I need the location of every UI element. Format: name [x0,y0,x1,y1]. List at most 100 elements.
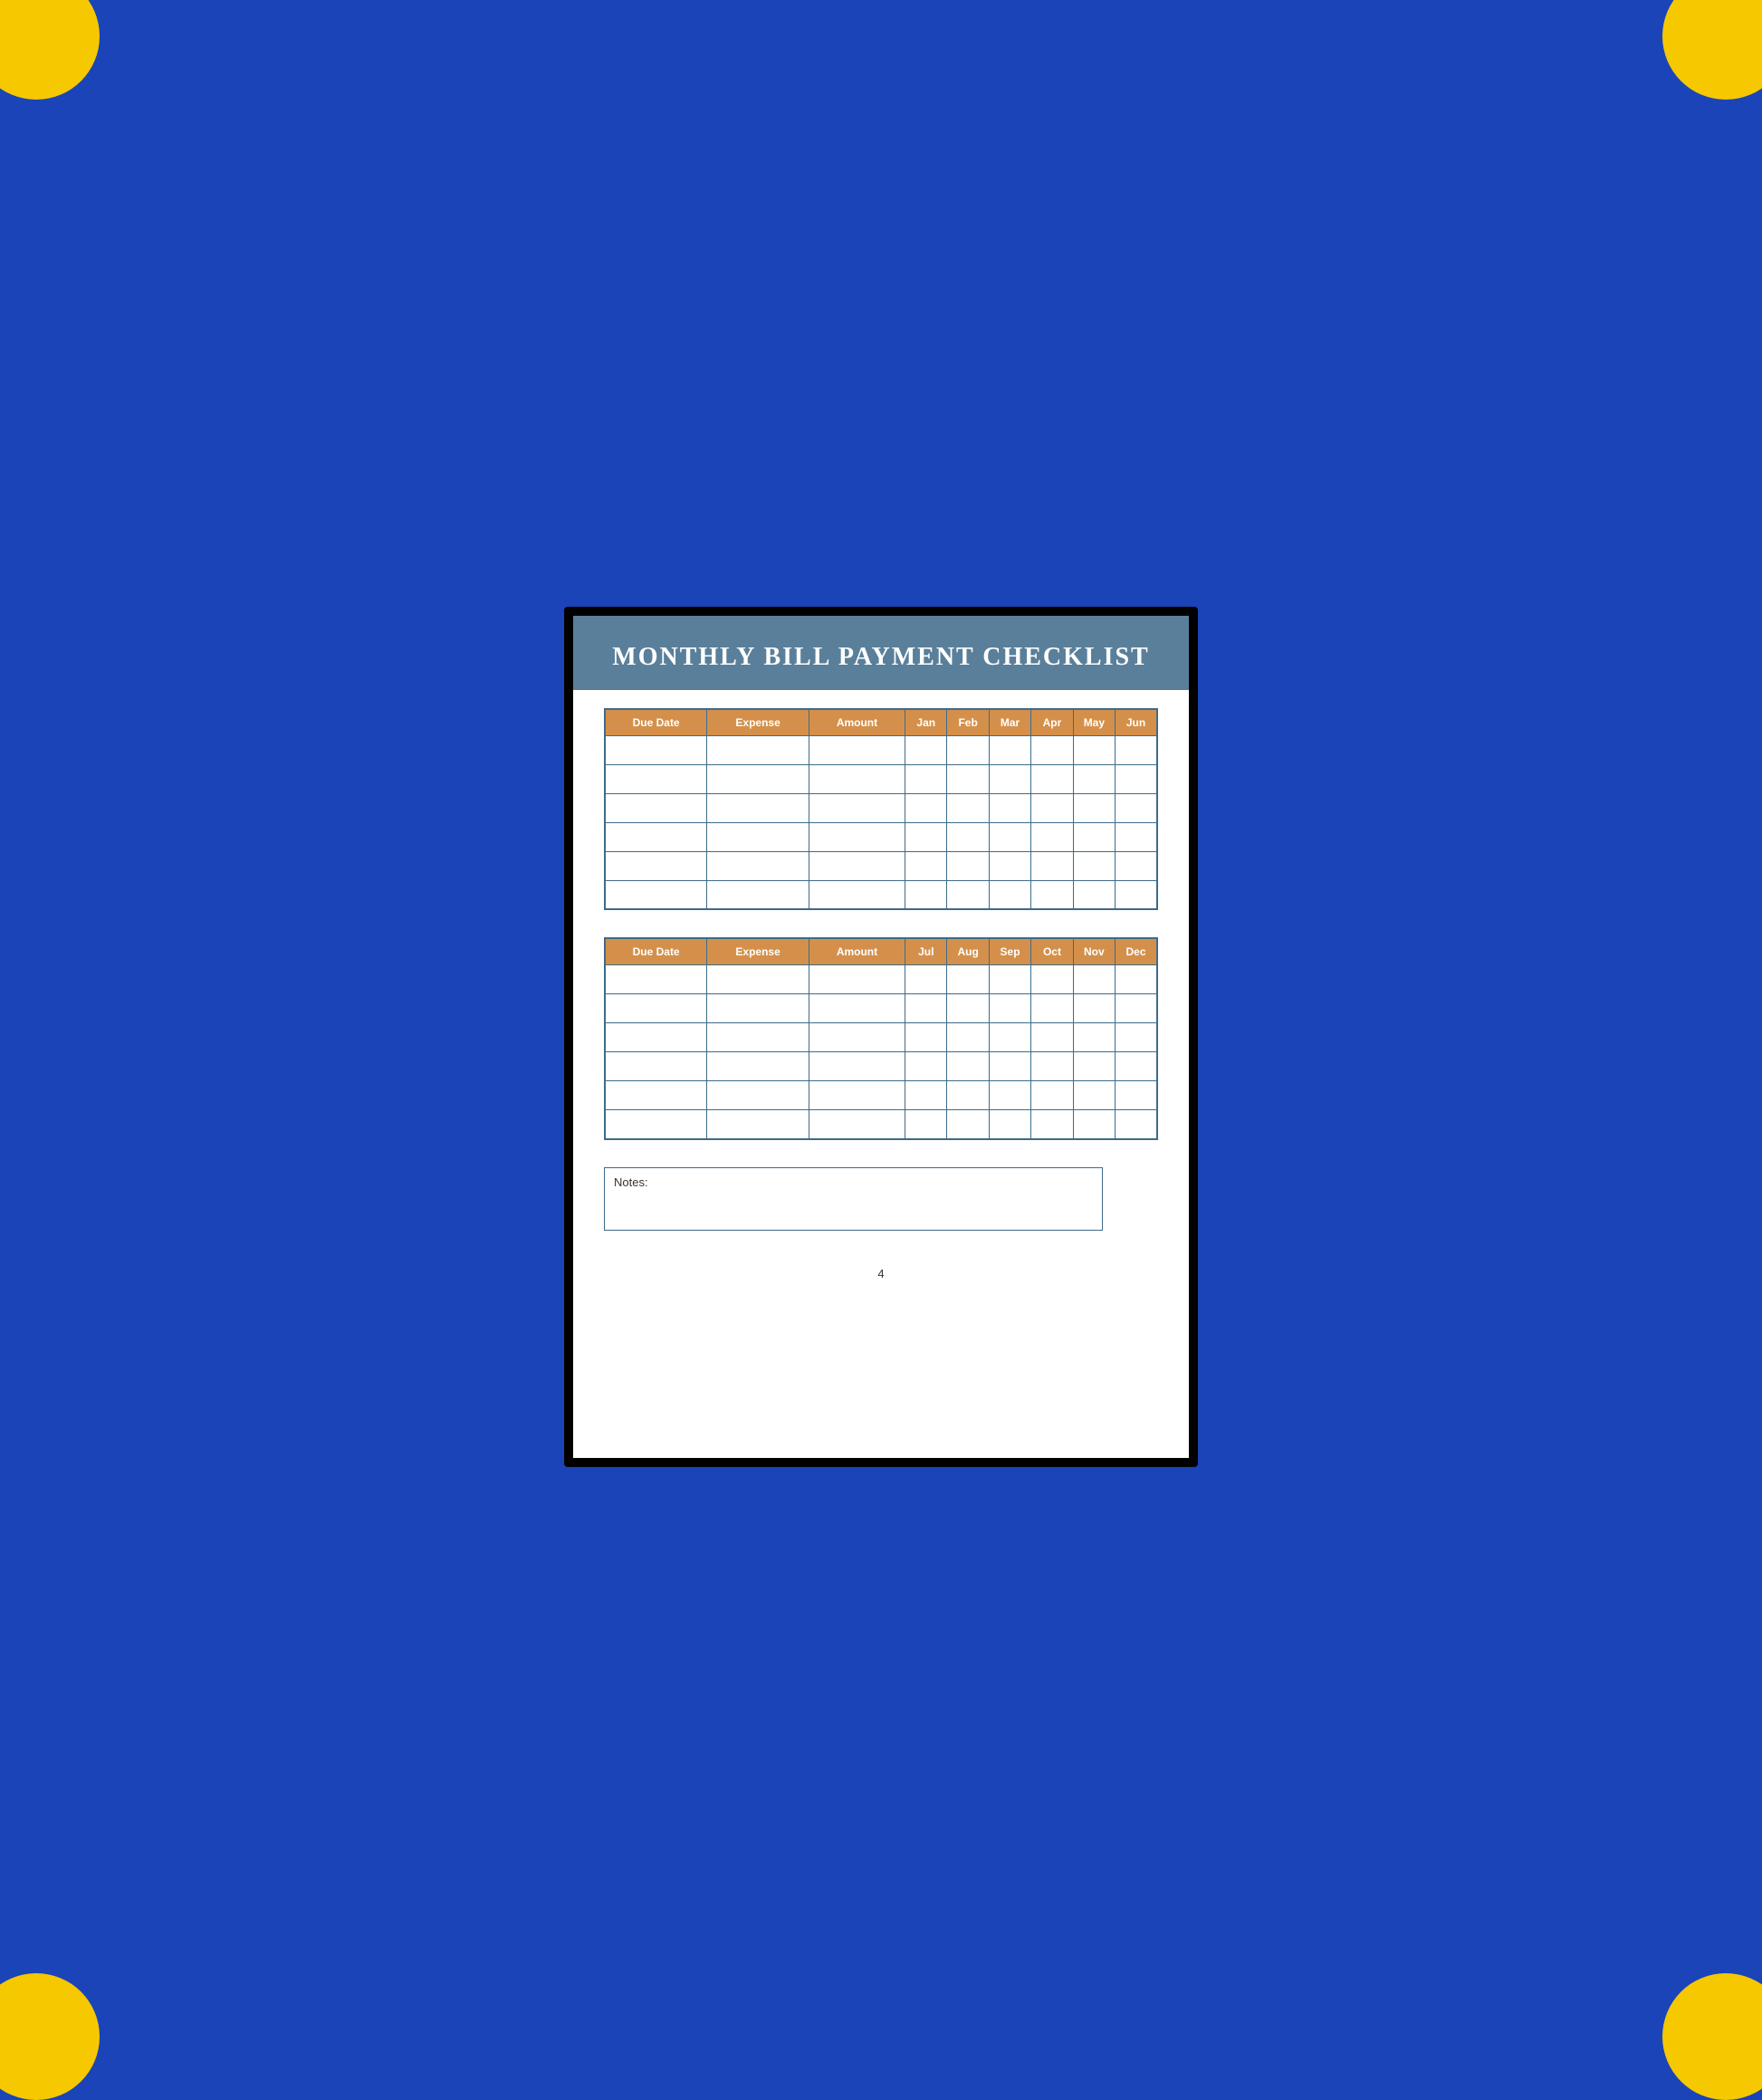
cell[interactable] [905,793,947,822]
cell[interactable] [905,994,947,1023]
cell[interactable] [1073,1052,1115,1081]
cell[interactable] [707,1023,809,1052]
cell[interactable] [1031,880,1073,909]
cell[interactable] [1031,1110,1073,1139]
cell[interactable] [605,880,707,909]
cell[interactable] [809,880,905,909]
cell[interactable] [1031,965,1073,994]
cell[interactable] [1116,764,1157,793]
cell[interactable] [947,1023,989,1052]
cell[interactable] [1031,1023,1073,1052]
cell[interactable] [1116,851,1157,880]
cell[interactable] [1031,1052,1073,1081]
cell[interactable] [989,822,1030,851]
cell[interactable] [605,735,707,764]
cell[interactable] [1116,822,1157,851]
cell[interactable] [1116,1052,1157,1081]
cell[interactable] [809,735,905,764]
cell[interactable] [605,965,707,994]
cell[interactable] [989,1081,1030,1110]
cell[interactable] [1073,994,1115,1023]
cell[interactable] [707,1081,809,1110]
cell[interactable] [1031,822,1073,851]
cell[interactable] [989,764,1030,793]
cell[interactable] [1073,822,1115,851]
cell[interactable] [1073,764,1115,793]
cell[interactable] [947,1052,989,1081]
cell[interactable] [1073,1023,1115,1052]
cell[interactable] [947,735,989,764]
cell[interactable] [1073,965,1115,994]
cell[interactable] [1031,994,1073,1023]
cell[interactable] [809,1110,905,1139]
cell[interactable] [905,1023,947,1052]
cell[interactable] [809,965,905,994]
cell[interactable] [1073,851,1115,880]
cell[interactable] [707,822,809,851]
cell[interactable] [905,1110,947,1139]
cell[interactable] [905,764,947,793]
cell[interactable] [905,735,947,764]
cell[interactable] [1116,965,1157,994]
cell[interactable] [605,851,707,880]
cell[interactable] [905,965,947,994]
cell[interactable] [989,735,1030,764]
cell[interactable] [605,764,707,793]
cell[interactable] [605,822,707,851]
cell[interactable] [905,851,947,880]
cell[interactable] [1031,793,1073,822]
cell[interactable] [989,1023,1030,1052]
cell[interactable] [947,822,989,851]
cell[interactable] [707,965,809,994]
cell[interactable] [947,965,989,994]
cell[interactable] [905,1052,947,1081]
cell[interactable] [809,793,905,822]
cell[interactable] [809,1081,905,1110]
cell[interactable] [1116,1023,1157,1052]
cell[interactable] [989,994,1030,1023]
cell[interactable] [989,965,1030,994]
cell[interactable] [989,1110,1030,1139]
cell[interactable] [947,994,989,1023]
cell[interactable] [1116,1081,1157,1110]
cell[interactable] [605,1110,707,1139]
cell[interactable] [809,764,905,793]
cell[interactable] [947,1081,989,1110]
cell[interactable] [947,880,989,909]
cell[interactable] [605,1081,707,1110]
cell[interactable] [809,1023,905,1052]
cell[interactable] [605,1023,707,1052]
cell[interactable] [1073,793,1115,822]
cell[interactable] [989,793,1030,822]
cell[interactable] [947,764,989,793]
cell[interactable] [989,851,1030,880]
cell[interactable] [947,793,989,822]
cell[interactable] [1031,1081,1073,1110]
cell[interactable] [707,880,809,909]
cell[interactable] [989,880,1030,909]
cell[interactable] [1073,1081,1115,1110]
cell[interactable] [947,1110,989,1139]
cell[interactable] [707,793,809,822]
cell[interactable] [905,822,947,851]
cell[interactable] [707,735,809,764]
cell[interactable] [1031,764,1073,793]
cell[interactable] [707,764,809,793]
cell[interactable] [809,994,905,1023]
cell[interactable] [1073,880,1115,909]
cell[interactable] [605,793,707,822]
cell[interactable] [1116,735,1157,764]
cell[interactable] [989,1052,1030,1081]
cell[interactable] [605,1052,707,1081]
cell[interactable] [905,1081,947,1110]
cell[interactable] [1116,880,1157,909]
cell[interactable] [809,822,905,851]
cell[interactable] [1073,735,1115,764]
cell[interactable] [605,994,707,1023]
cell[interactable] [1116,1110,1157,1139]
cell[interactable] [1116,994,1157,1023]
cell[interactable] [707,851,809,880]
cell[interactable] [905,880,947,909]
cell[interactable] [707,994,809,1023]
cell[interactable] [707,1052,809,1081]
